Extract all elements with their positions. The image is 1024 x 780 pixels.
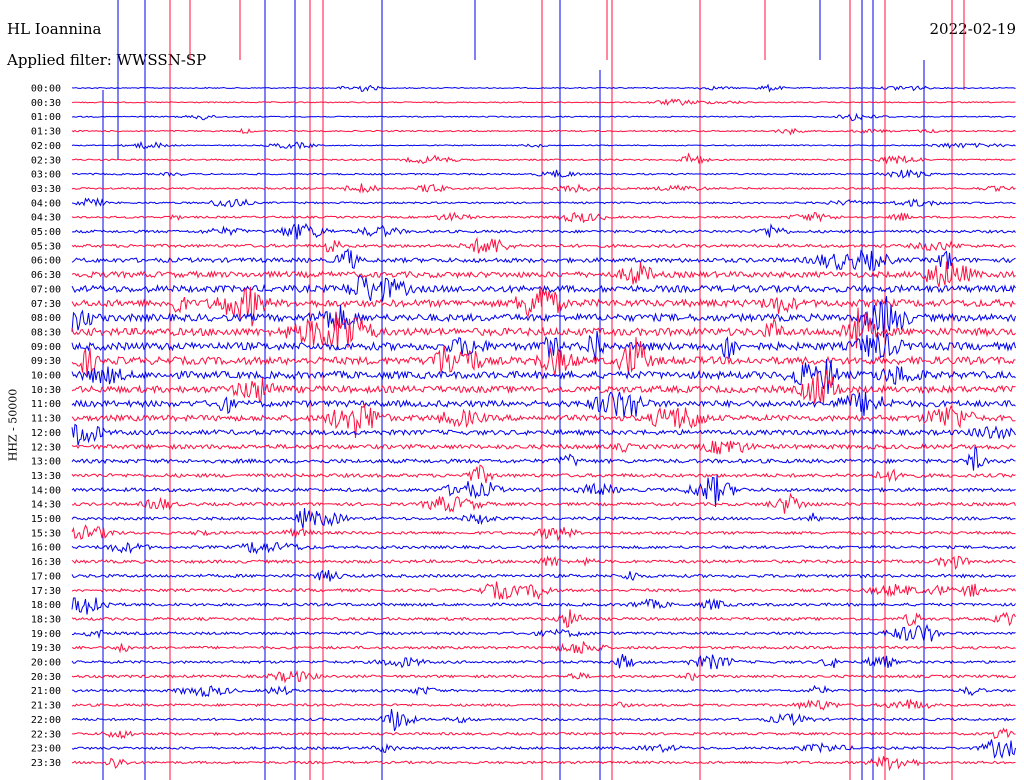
time-tick-label: 22:30 (31, 729, 61, 740)
trace-2200 (71, 709, 1016, 732)
trace-2300 (71, 739, 1016, 759)
time-tick-label: 23:00 (31, 744, 61, 755)
time-tick-label: 13:30 (31, 471, 61, 482)
trace-1400 (71, 475, 1016, 507)
trace-2230 (71, 727, 1016, 740)
trace-0700 (71, 274, 1016, 302)
trace-0400 (71, 197, 1016, 208)
trace-0430 (71, 211, 1016, 224)
trace-1730 (71, 581, 1016, 600)
time-tick-label: 08:00 (31, 313, 61, 324)
trace-1600 (71, 541, 1016, 555)
time-tick-label: 11:30 (31, 414, 61, 425)
time-tick-label: 17:30 (31, 586, 61, 597)
trace-0200 (71, 140, 1016, 150)
time-tick-label: 20:00 (31, 658, 61, 669)
time-tick-label: 00:00 (31, 84, 61, 95)
time-tick-label: 21:30 (31, 701, 61, 712)
time-tick-label: 18:30 (31, 614, 61, 625)
time-tick-label: 02:30 (31, 155, 61, 166)
trace-1800 (71, 597, 1016, 615)
trace-0530 (71, 236, 1016, 254)
time-tick-label: 19:30 (31, 643, 61, 654)
time-tick-label: 02:00 (31, 141, 61, 152)
time-tick-label: 10:00 (31, 371, 61, 382)
tick-labels: 00:00 00:30 01:00 01:30 02:00 02:30 03:00 03:30… (31, 84, 61, 769)
time-tick-label: 03:00 (31, 170, 61, 181)
time-tick-label: 01:00 (31, 112, 61, 123)
trace-2130 (71, 698, 1016, 711)
trace-1430 (71, 492, 1016, 514)
time-tick-label: 05:30 (31, 241, 61, 252)
time-tick-label: 07:00 (31, 284, 61, 295)
trace-0000 (71, 83, 1016, 93)
trace-1330 (71, 464, 1016, 484)
time-tick-label: 07:30 (31, 299, 61, 310)
trace-1830 (71, 609, 1016, 628)
time-tick-label: 10:30 (31, 385, 61, 396)
time-tick-label: 13:00 (31, 457, 61, 468)
trace-0030 (71, 98, 1016, 106)
trace-0230 (72, 152, 1016, 165)
trace-2330 (71, 756, 1016, 772)
time-tick-label: 22:00 (31, 715, 61, 726)
time-tick-label: 09:00 (31, 342, 61, 353)
trace-1530 (71, 524, 1016, 542)
time-tick-label: 00:30 (31, 98, 61, 109)
time-tick-label: 06:30 (31, 270, 61, 281)
trace-1230 (71, 440, 1016, 455)
time-tick-label: 21:00 (31, 686, 61, 697)
trace-0630 (71, 261, 1016, 288)
time-tick-label: 12:30 (31, 442, 61, 453)
time-tick-label: 15:00 (31, 514, 61, 525)
trace-1630 (71, 555, 1016, 570)
trace-1100 (71, 391, 1016, 418)
time-tick-label: 06:00 (31, 256, 61, 267)
time-tick-label: 16:30 (31, 557, 61, 568)
trace-2030 (71, 669, 1016, 684)
time-tick-label: 12:00 (31, 428, 61, 439)
time-tick-label: 08:30 (31, 327, 61, 338)
trace-1000 (71, 359, 1016, 395)
trace-1200 (71, 423, 1016, 446)
trace-2100 (71, 684, 1016, 697)
trace-0500 (71, 223, 1016, 240)
trace-layer (71, 83, 1016, 772)
time-tick-label: 18:00 (31, 600, 61, 611)
trace-0600 (71, 248, 1016, 272)
trace-1930 (71, 641, 1016, 654)
time-tick-label: 15:30 (31, 528, 61, 539)
time-tick-label: 11:00 (31, 399, 61, 410)
time-tick-label: 19:00 (31, 629, 61, 640)
time-tick-label: 17:00 (31, 571, 61, 582)
trace-0330 (71, 183, 1016, 194)
trace-0100 (71, 112, 1016, 122)
trace-1300 (71, 445, 1016, 471)
time-tick-label: 14:30 (31, 500, 61, 511)
time-tick-label: 01:30 (31, 127, 61, 138)
trace-2000 (71, 653, 1016, 670)
helicorder-plot: 00:00 00:30 01:00 01:30 02:00 02:30 03:00 03:30… (31, 0, 1016, 780)
time-tick-label: 09:30 (31, 356, 61, 367)
trace-1900 (71, 623, 1016, 642)
trace-0130 (71, 127, 1016, 136)
time-tick-label: 05:00 (31, 227, 61, 238)
trace-1700 (71, 569, 1016, 582)
time-tick-label: 04:30 (31, 213, 61, 224)
time-tick-label: 14:00 (31, 485, 61, 496)
time-tick-label: 23:30 (31, 758, 61, 769)
time-tick-label: 20:30 (31, 672, 61, 683)
time-tick-label: 04:00 (31, 198, 61, 209)
trace-1500 (71, 508, 1016, 529)
trace-0900 (71, 330, 1016, 361)
trace-0300 (71, 168, 1016, 179)
time-tick-label: 16:00 (31, 543, 61, 554)
time-tick-label: 03:30 (31, 184, 61, 195)
